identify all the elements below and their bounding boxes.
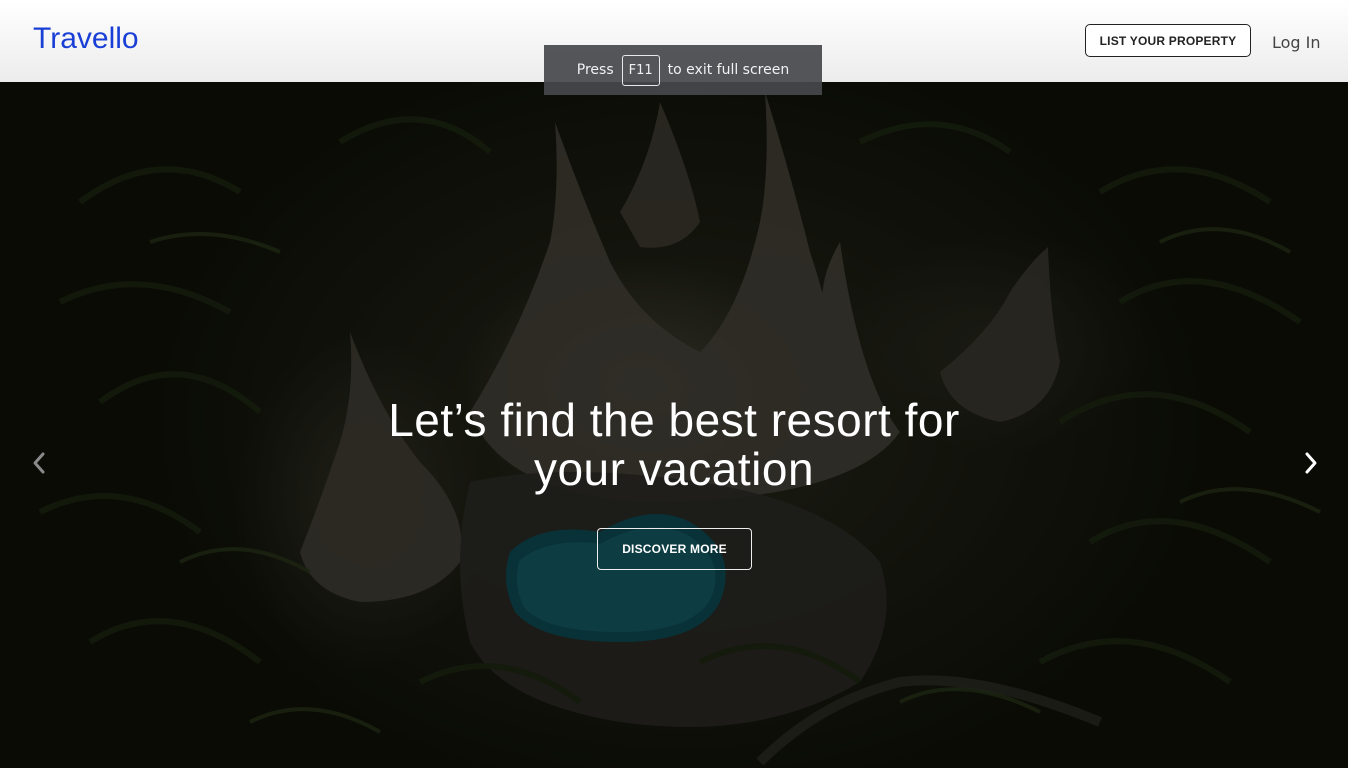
login-link[interactable]: Log In bbox=[1272, 33, 1321, 52]
list-your-property-button[interactable]: LIST YOUR PROPERTY bbox=[1085, 24, 1251, 57]
fullscreen-notice-message: to exit full screen bbox=[667, 62, 790, 78]
logo[interactable]: Travello bbox=[33, 22, 139, 56]
fullscreen-notice: Press F11 to exit full screen bbox=[544, 45, 822, 95]
hero-headline-line1: Let’s find the best resort for bbox=[388, 394, 960, 446]
hero-headline: Let’s find the best resort for your vaca… bbox=[0, 396, 1348, 494]
hero-headline-line2: your vacation bbox=[533, 443, 815, 495]
fullscreen-notice-key: F11 bbox=[621, 54, 660, 86]
fullscreen-notice-press: Press bbox=[576, 62, 614, 78]
discover-more-button[interactable]: DISCOVER MORE bbox=[597, 528, 752, 570]
